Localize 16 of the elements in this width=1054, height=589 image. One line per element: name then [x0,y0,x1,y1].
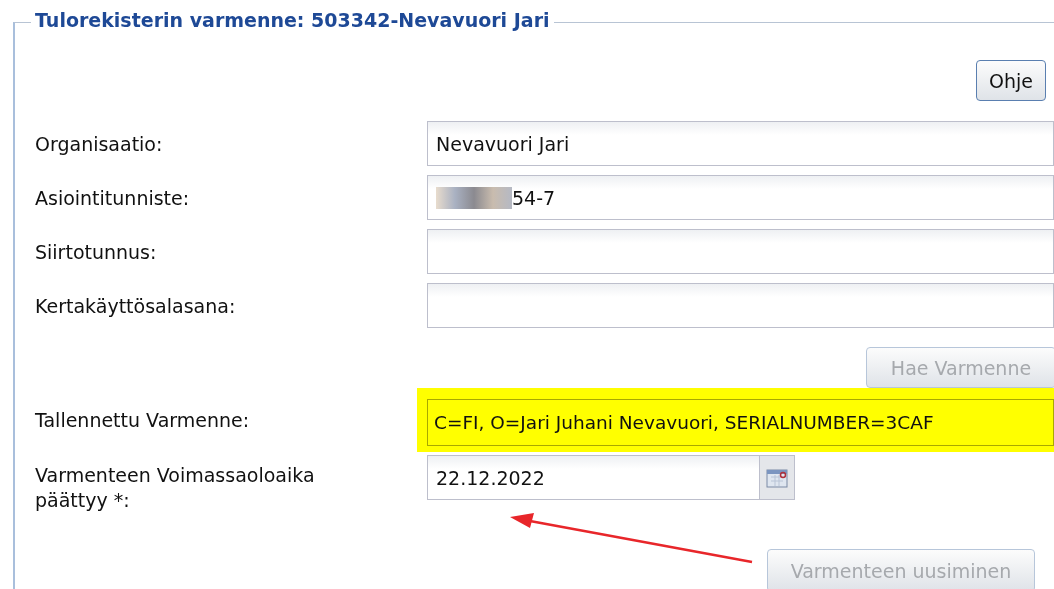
input-field[interactable]: 54-7 [427,175,1054,220]
input-field[interactable] [427,229,1054,274]
field-label: Siirtotunnus: [35,240,158,263]
input-field[interactable]: Nevavuori Jari [427,121,1054,166]
field-label: Varmenteen Voimassaoloaika päättyy *: [35,463,316,513]
input-field[interactable] [427,283,1054,328]
calendar-button[interactable] [760,455,795,500]
date-field[interactable]: 22.12.2022 [427,455,760,500]
field-label: Tallennettu Varmenne: [35,409,251,431]
field-label: Organisaatio: [35,132,164,155]
field-label: Kertakäyttösalasana: [35,294,237,317]
field-label: Asiointitunniste: [35,186,191,209]
calendar-icon [766,467,788,488]
certificate-field[interactable]: C=FI, O=Jari Juhani Nevavuori, SERIALNUMBER=3CAF [427,399,1054,446]
help-button[interactable]: Ohje [976,60,1046,101]
fieldset-legend: Tulorekisterin varmenne: 503342-Nevavuori Jari [31,9,554,31]
